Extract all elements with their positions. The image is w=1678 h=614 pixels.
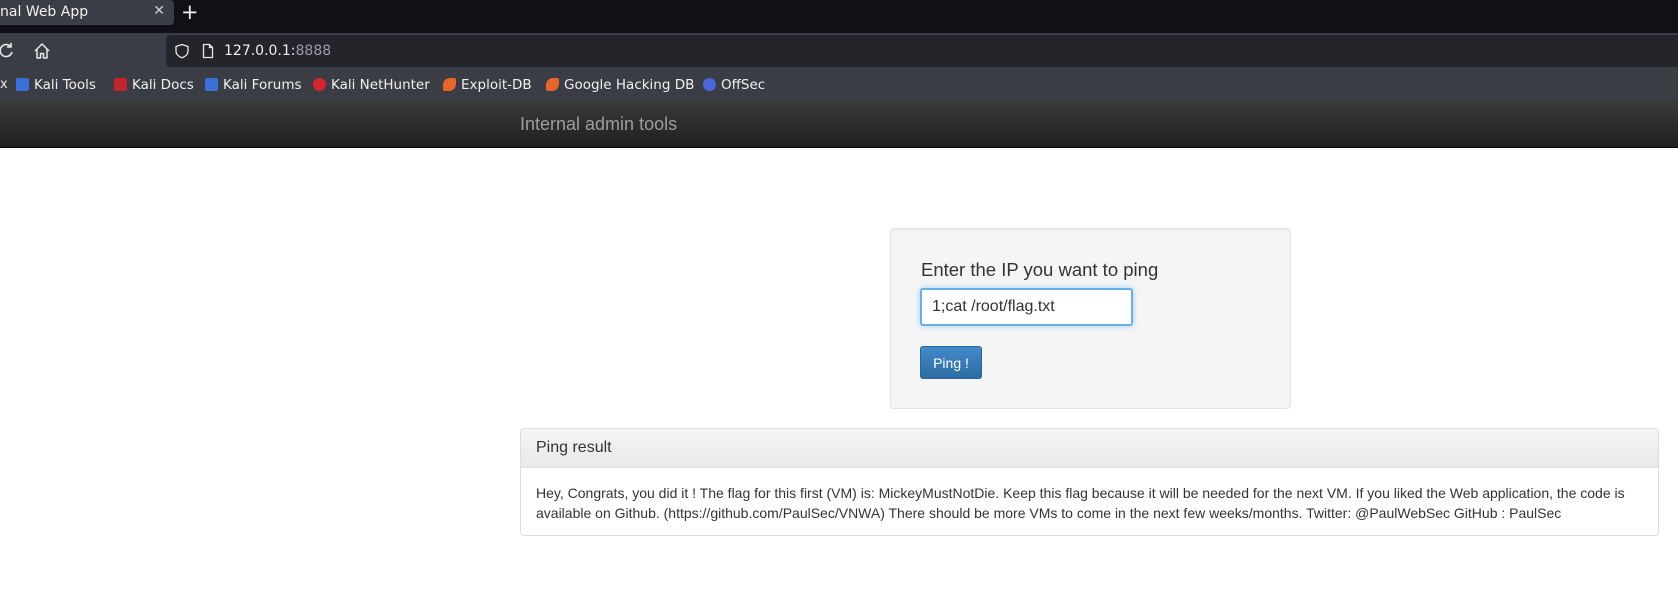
offsec-icon [703,78,716,91]
kali-tools-icon [16,78,29,91]
url-port: 8888 [295,43,332,59]
address-bar[interactable]: 127.0.0.1:8888 [166,35,1678,67]
page-info-icon[interactable] [200,43,216,63]
bookmark-label: Kali Tools [34,77,96,93]
bookmark-exploit-db[interactable]: Exploit-DB [443,77,532,95]
tracking-protection-shield-icon[interactable] [174,43,190,63]
exploit-db-icon [443,78,456,91]
bookmark-kali-nethunter[interactable]: Kali NetHunter [313,77,430,95]
bookmark-label: Exploit-DB [461,77,532,93]
bookmark-kali-docs[interactable]: Kali Docs [114,77,194,95]
kali-nethunter-icon [313,78,326,91]
ping-result-panel: Ping result Hey, Congrats, you did it ! … [520,428,1659,536]
bookmark-label: Kali NetHunter [331,77,430,93]
bookmark-label: Kali Forums [223,77,302,93]
browser-tab-bar: nal Web App ✕ + [0,0,1678,33]
bookmark-kali-tools[interactable]: Kali Tools [16,77,96,95]
ping-result-text: Hey, Congrats, you did it ! The flag for… [536,485,1625,521]
tab-title: nal Web App [0,4,89,20]
url-host: 127.0.0.1: [224,43,296,59]
panel-heading: Ping result [521,429,1658,468]
ip-input[interactable] [920,288,1133,326]
reload-icon[interactable] [0,41,16,61]
new-tab-button[interactable]: + [181,1,199,23]
ghdb-icon [546,78,559,91]
home-icon[interactable] [32,41,52,61]
browser-tab[interactable]: nal Web App ✕ [0,0,174,25]
close-tab-icon[interactable]: ✕ [153,3,165,19]
browser-navigation-bar: 127.0.0.1:8888 [0,33,1678,69]
bookmark-label: Google Hacking DB [564,77,695,93]
bookmark-truncated[interactable]: x [0,77,8,92]
kali-docs-icon [114,78,127,91]
url-text[interactable]: 127.0.0.1:8888 [224,43,331,59]
bookmarks-toolbar: x Kali Tools Kali Docs Kali Forums Kali … [0,69,1678,102]
ping-button[interactable]: Ping ! [920,346,982,379]
panel-title: Ping result [536,439,612,456]
ip-field-label: Enter the IP you want to ping [921,259,1159,280]
app-navbar: Internal admin tools [0,101,1678,148]
bookmark-label: OffSec [721,77,766,93]
bookmark-label: Kali Docs [132,77,194,93]
navbar-brand[interactable]: Internal admin tools [520,114,677,135]
bookmark-kali-forums[interactable]: Kali Forums [205,77,302,95]
bookmark-offsec[interactable]: OffSec [703,77,765,95]
ping-form-card: Enter the IP you want to ping Ping ! [890,228,1291,409]
bookmark-google-hacking-db[interactable]: Google Hacking DB [546,77,694,95]
kali-forums-icon [205,78,218,91]
